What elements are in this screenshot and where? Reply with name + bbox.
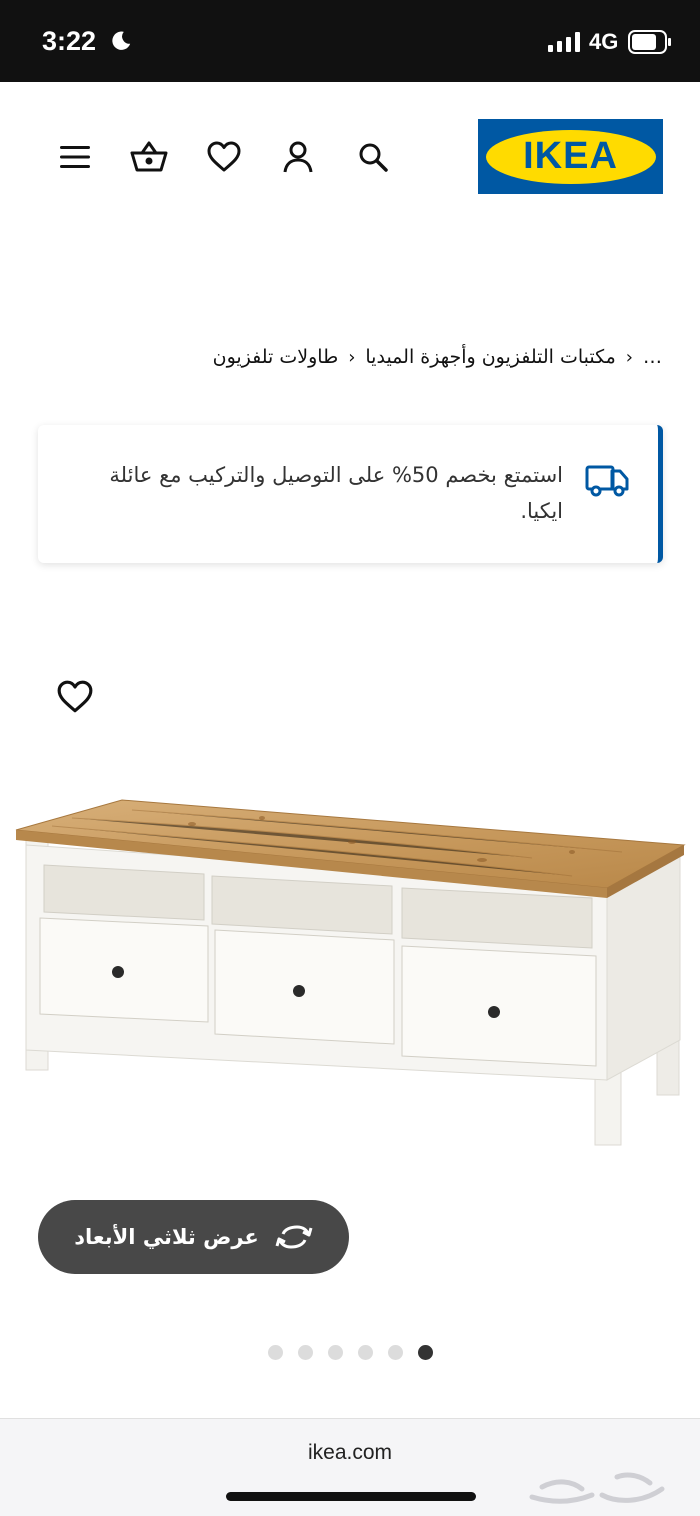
carousel-dot[interactable]: [358, 1345, 373, 1360]
status-bar: 3:22 4G: [0, 0, 700, 82]
battery-icon: [628, 30, 671, 54]
view-3d-label: عرض ثلاثي الأبعاد: [74, 1225, 259, 1249]
user-icon: [283, 141, 313, 173]
home-indicator: [226, 1492, 476, 1501]
menu-button[interactable]: [55, 137, 95, 177]
moon-icon: [112, 31, 131, 50]
basket-button[interactable]: [129, 137, 169, 177]
breadcrumb: … ‹ مكتبات التلفزيون وأجهزة الميديا ‹ طا…: [213, 346, 662, 368]
carousel-dot[interactable]: [388, 1345, 403, 1360]
network-type: 4G: [589, 29, 619, 54]
menu-icon: [60, 146, 90, 168]
search-button[interactable]: [353, 137, 393, 177]
carousel-dot[interactable]: [298, 1345, 313, 1360]
promo-banner[interactable]: استمتع بخصم 50% على التوصيل والتركيب مع …: [38, 425, 663, 563]
haraj-watermark-icon: [529, 1472, 665, 1504]
logo-oval: IKEA: [485, 129, 656, 184]
carousel-dot[interactable]: [328, 1345, 343, 1360]
heart-icon: [207, 141, 241, 172]
breadcrumb-ellipsis[interactable]: …: [643, 346, 662, 368]
product-image-tv-bench: [15, 799, 686, 1146]
site-header: IKEA: [0, 82, 700, 232]
rotate-3d-icon: [275, 1225, 313, 1249]
search-icon: [359, 143, 388, 172]
signal-icon: [548, 32, 580, 52]
ikea-logo[interactable]: IKEA: [478, 119, 663, 194]
breadcrumb-item-tv-benches[interactable]: طاولات تلفزيون: [213, 346, 339, 368]
breadcrumb-item-tv-storage[interactable]: مكتبات التلفزيون وأجهزة الميديا: [365, 346, 615, 368]
account-button[interactable]: [278, 137, 318, 177]
chevron-left-icon: ‹: [625, 346, 633, 368]
basket-icon: [130, 141, 168, 172]
status-time: 3:22: [42, 26, 97, 56]
chevron-left-icon: ‹: [348, 346, 356, 368]
carousel-dot-active[interactable]: [418, 1345, 433, 1360]
carousel-dot[interactable]: [268, 1345, 283, 1360]
add-to-favourites-button[interactable]: [56, 680, 94, 716]
truck-icon: [585, 465, 629, 497]
view-3d-button[interactable]: عرض ثلاثي الأبعاد: [38, 1200, 349, 1274]
ikea-product-page: 3:22 4G IKEA … ‹ مكتبات التلفزيون وأجهزة…: [0, 0, 700, 1516]
browser-address-bar: ikea.com: [0, 1418, 700, 1516]
logo-text: IKEA: [523, 135, 618, 177]
heart-icon: [57, 680, 93, 713]
promo-text: استمتع بخصم 50% على التوصيل والتركيب مع …: [109, 463, 563, 523]
favourites-button[interactable]: [204, 137, 244, 177]
carousel-dots: [268, 1345, 433, 1360]
